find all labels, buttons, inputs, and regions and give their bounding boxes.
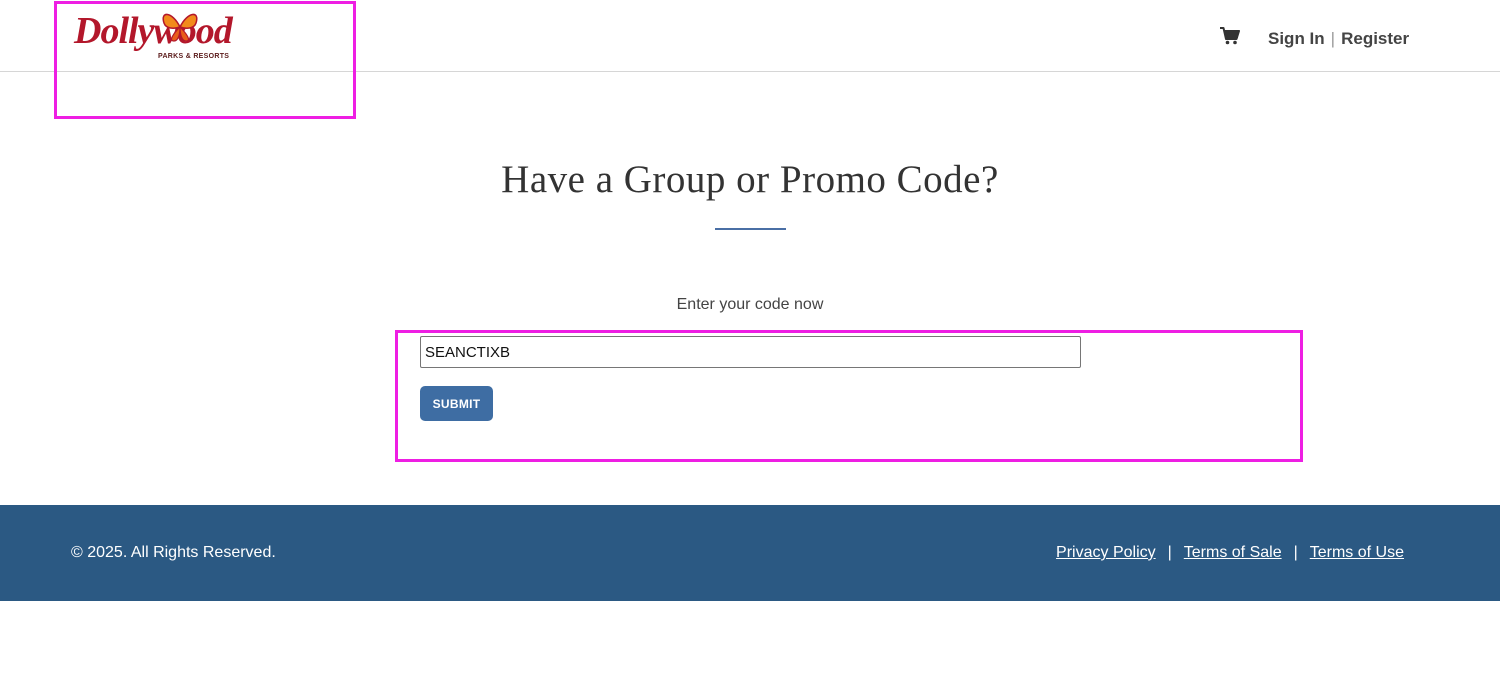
cart-icon[interactable] bbox=[1220, 27, 1240, 45]
auth-links: Sign In | Register bbox=[1268, 28, 1409, 50]
page: Dollywood PARKS & RESORTS Sign In | Regist… bbox=[0, 0, 1500, 673]
footer-separator: | bbox=[1293, 544, 1298, 561]
sign-in-link[interactable]: Sign In bbox=[1268, 29, 1325, 48]
promo-code-input[interactable] bbox=[420, 336, 1081, 368]
submit-button[interactable]: SUBMIT bbox=[420, 386, 493, 421]
butterfly-icon bbox=[162, 13, 198, 42]
site-header: Dollywood PARKS & RESORTS Sign In | Regist… bbox=[0, 0, 1500, 119]
site-footer: © 2025. All Rights Reserved. Privacy Pol… bbox=[0, 505, 1500, 601]
logo-subtitle: PARKS & RESORTS bbox=[158, 53, 230, 60]
logo-wordmark: Dollywood bbox=[74, 10, 233, 52]
footer-separator: | bbox=[1167, 544, 1172, 561]
dollywood-logo[interactable]: Dollywood PARKS & RESORTS bbox=[74, 9, 244, 65]
terms-of-use-link[interactable]: Terms of Use bbox=[1310, 544, 1404, 561]
page-title: Have a Group or Promo Code? bbox=[501, 158, 999, 201]
privacy-policy-link[interactable]: Privacy Policy bbox=[1056, 544, 1156, 561]
register-link[interactable]: Register bbox=[1341, 29, 1409, 48]
footer-links: Privacy Policy | Terms of Sale | Terms of Us… bbox=[1056, 542, 1404, 564]
terms-of-sale-link[interactable]: Terms of Sale bbox=[1184, 544, 1282, 561]
code-prompt: Enter your code now bbox=[676, 296, 824, 313]
auth-separator: | bbox=[1330, 29, 1336, 48]
copyright-text: © 2025. All Rights Reserved. bbox=[71, 544, 276, 561]
title-divider bbox=[715, 228, 786, 230]
